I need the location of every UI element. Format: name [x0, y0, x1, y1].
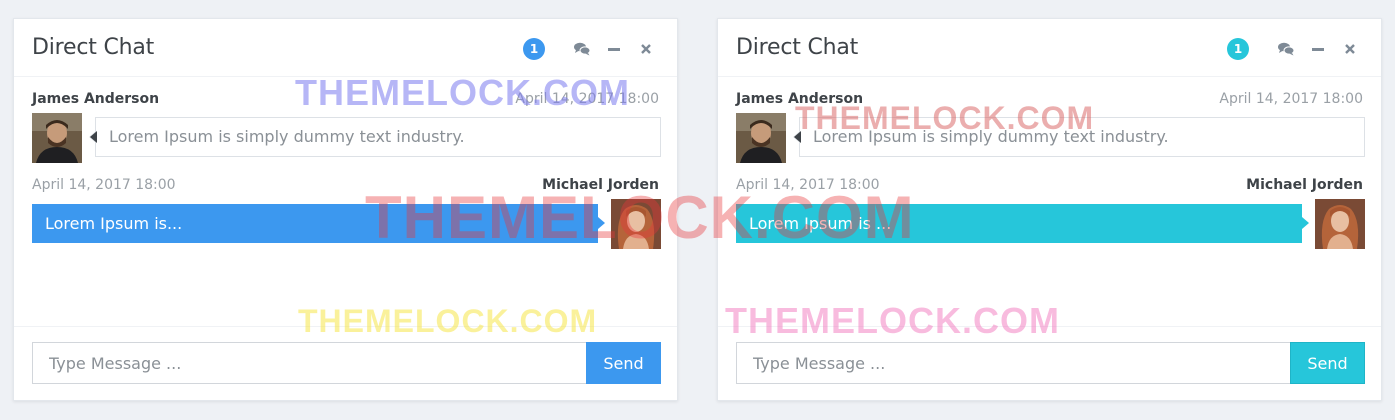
avatar-james-anderson [32, 113, 82, 163]
outgoing-message-bubble: Lorem Ipsum is ... [736, 204, 1309, 243]
message-timestamp: April 14, 2017 18:00 [32, 177, 176, 193]
incoming-message-bubble: Lorem Ipsum is simply dummy text industr… [89, 117, 661, 157]
chat-composer: Send [718, 326, 1381, 400]
chat-tools: 1 [1227, 38, 1359, 60]
close-icon[interactable] [1341, 40, 1359, 58]
avatar-james-anderson [736, 113, 786, 163]
send-button[interactable]: Send [586, 342, 661, 384]
avatar-michael-jorden [611, 199, 661, 249]
avatar-michael-jorden [1315, 199, 1365, 249]
message-timestamp: April 14, 2017 18:00 [736, 177, 880, 193]
chat-composer: Send [14, 326, 677, 400]
message-timestamp: April 14, 2017 18:00 [515, 91, 659, 107]
chat-tools: 1 [523, 38, 655, 60]
sender-name: James Anderson [32, 91, 160, 107]
comments-icon[interactable] [573, 40, 591, 58]
new-messages-badge: 1 [1227, 38, 1249, 60]
message-timestamp: April 14, 2017 18:00 [1219, 91, 1363, 107]
message-input[interactable] [32, 342, 587, 384]
minimize-icon[interactable] [605, 40, 623, 58]
direct-chat-panel-blue: Direct Chat 1 James Anderson April 14, 2… [13, 18, 678, 401]
chat-title: Direct Chat [736, 35, 859, 60]
sender-name: Michael Jorden [542, 177, 659, 193]
minimize-icon[interactable] [1309, 40, 1327, 58]
chat-header: Direct Chat 1 [718, 19, 1381, 77]
message-input[interactable] [736, 342, 1291, 384]
sender-name: Michael Jorden [1246, 177, 1363, 193]
chat-title: Direct Chat [32, 35, 155, 60]
chat-header: Direct Chat 1 [14, 19, 677, 77]
send-button[interactable]: Send [1290, 342, 1365, 384]
comments-icon[interactable] [1277, 40, 1295, 58]
close-icon[interactable] [637, 40, 655, 58]
incoming-message-bubble: Lorem Ipsum is simply dummy text industr… [793, 117, 1365, 157]
new-messages-badge: 1 [523, 38, 545, 60]
outgoing-message-bubble: Lorem Ipsum is... [32, 204, 605, 243]
direct-chat-panel-cyan: Direct Chat 1 James Anderson April 14, 2… [717, 18, 1382, 401]
sender-name: James Anderson [736, 91, 864, 107]
